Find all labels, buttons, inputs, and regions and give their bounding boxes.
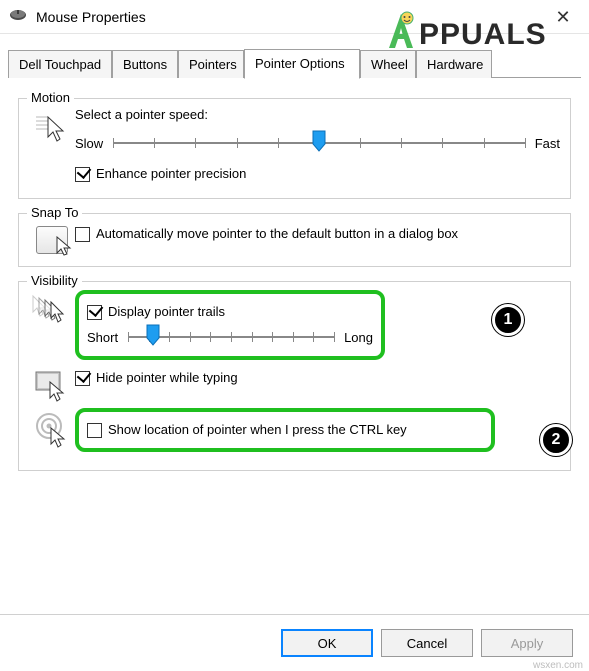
title-bar: Mouse Properties ✕	[0, 0, 589, 34]
hide-while-typing-checkbox[interactable]: Hide pointer while typing	[75, 370, 238, 386]
tab-buttons[interactable]: Buttons	[112, 50, 178, 78]
tab-wheel[interactable]: Wheel	[360, 50, 416, 78]
annotation-badge-2: 2	[540, 424, 572, 456]
show-location-ctrl-checkbox[interactable]: Show location of pointer when I press th…	[87, 422, 483, 438]
trail-length-slider[interactable]	[128, 324, 334, 350]
legend-motion: Motion	[27, 90, 74, 105]
checkbox-icon	[75, 371, 90, 386]
fast-label: Fast	[535, 136, 560, 151]
slider-thumb[interactable]	[146, 324, 160, 346]
checkbox-icon	[87, 305, 102, 320]
window-title: Mouse Properties	[36, 9, 545, 25]
tab-dell-touchpad[interactable]: Dell Touchpad	[8, 50, 112, 78]
annotation-badge-1: 1	[492, 304, 524, 336]
highlight-trails: Display pointer trails Short Long	[75, 290, 385, 360]
checkbox-icon	[75, 227, 90, 242]
apply-button[interactable]: Apply	[481, 629, 573, 657]
tab-hardware[interactable]: Hardware	[416, 50, 492, 78]
watermark: wsxen.com	[533, 660, 583, 671]
pointer-speed-slider[interactable]	[113, 130, 525, 156]
group-snapto: Snap To Automatically move pointer to th…	[18, 213, 571, 267]
tab-strip: Dell TouchpadButtonsPointersPointer Opti…	[8, 46, 581, 78]
trails-icon	[29, 290, 75, 326]
close-icon[interactable]: ✕	[545, 8, 581, 26]
hide-typing-icon	[29, 366, 75, 402]
checkbox-icon	[75, 167, 90, 182]
snapto-checkbox[interactable]: Automatically move pointer to the defaul…	[75, 226, 560, 242]
checkbox-icon	[87, 423, 102, 438]
enhance-precision-checkbox[interactable]: Enhance pointer precision	[75, 166, 560, 182]
tab-pointer-options[interactable]: Pointer Options	[244, 49, 360, 79]
ok-button[interactable]: OK	[281, 629, 373, 657]
highlight-ctrl: Show location of pointer when I press th…	[75, 408, 495, 452]
legend-visibility: Visibility	[27, 273, 82, 288]
dialog-button-row: OK Cancel Apply	[0, 614, 589, 657]
slow-label: Slow	[75, 136, 103, 151]
motion-cursor-icon	[29, 107, 75, 145]
display-trails-checkbox[interactable]: Display pointer trails	[87, 304, 373, 320]
mouse-icon	[8, 7, 28, 26]
group-visibility: Visibility Display pointer trails	[18, 281, 571, 471]
slider-thumb[interactable]	[312, 130, 326, 152]
legend-snapto: Snap To	[27, 205, 82, 220]
pointer-speed-label: Select a pointer speed:	[75, 107, 560, 122]
snapto-icon	[29, 222, 75, 254]
long-label: Long	[344, 330, 373, 345]
tab-pointers[interactable]: Pointers	[178, 50, 244, 78]
group-motion: Motion Select a pointer speed: Slow Fast	[18, 98, 571, 199]
ctrl-location-icon	[29, 408, 75, 448]
cancel-button[interactable]: Cancel	[381, 629, 473, 657]
short-label: Short	[87, 330, 118, 345]
